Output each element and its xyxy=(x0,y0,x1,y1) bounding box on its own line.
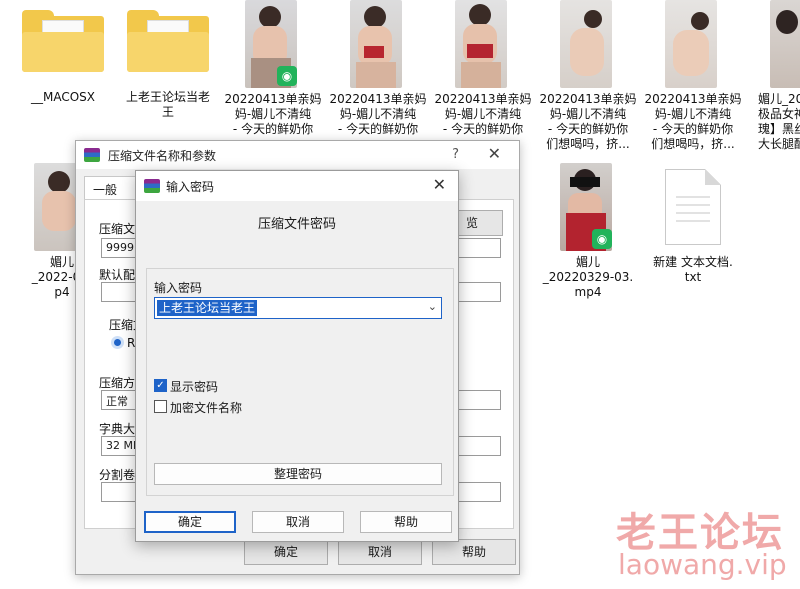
rar-radio[interactable] xyxy=(111,336,124,349)
help-icon[interactable]: ? xyxy=(452,147,459,162)
help-button[interactable]: 帮助 xyxy=(360,511,452,533)
help-button[interactable]: 帮助 xyxy=(432,539,516,565)
winrar-icon xyxy=(144,179,160,193)
file-label: 20220413单亲妈 妈-媚儿不清纯 - 今天的鲜奶你 xyxy=(224,92,322,136)
video-file-1[interactable]: ◉ 20220413单亲妈 妈-媚儿不清纯 - 今天的鲜奶你 xyxy=(223,0,323,137)
file-label: 媚儿 _20220329-03. mp4 xyxy=(542,255,634,299)
default-profile-label: 默认配 xyxy=(99,268,136,282)
wechat-icon: ◉ xyxy=(277,66,297,86)
video-file-5[interactable]: 20220413单亲妈 妈-媚儿不清纯 - 今天的鲜奶你 们想喝吗，挤... xyxy=(643,0,743,152)
close-icon[interactable]: ✕ xyxy=(433,175,446,194)
compression-method-label: 压缩方 xyxy=(99,376,136,390)
file-label: 新建 文本文档. txt xyxy=(653,255,733,284)
dialog-title: 输入密码 xyxy=(166,180,215,194)
folder-laowang[interactable]: 上老王论坛当老 王 xyxy=(118,10,218,120)
title-bar: 输入密码 ✕ xyxy=(136,171,458,201)
file-label: 20220413单亲妈 妈-媚儿不清纯 - 今天的鲜奶你 们想喝吗，挤... xyxy=(539,92,637,151)
video-file-4[interactable]: 20220413单亲妈 妈-媚儿不清纯 - 今天的鲜奶你 们想喝吗，挤... xyxy=(538,0,638,152)
password-label: 输入密码 xyxy=(154,281,203,295)
cancel-button[interactable]: 取消 xyxy=(252,511,344,533)
file-label: __MACOSX xyxy=(30,90,95,104)
winrar-icon xyxy=(84,148,100,162)
password-dialog: 输入密码 ✕ 压缩文件密码 输入密码 上老王论坛当老王 ⌄ ✓ 显示密码 加密文… xyxy=(135,170,459,542)
ok-button[interactable]: 确定 xyxy=(244,539,328,565)
file-label: 20220413单亲妈 妈-媚儿不清纯 - 今天的鲜奶你 xyxy=(329,92,427,136)
video-file-3[interactable]: 20220413单亲妈 妈-媚儿不清纯 - 今天的鲜奶你 xyxy=(433,0,533,137)
file-label: 20220413单亲妈 妈-媚儿不清纯 - 今天的鲜奶你 们想喝吗，挤... xyxy=(644,92,742,151)
chevron-down-icon[interactable]: ⌄ xyxy=(428,300,437,313)
split-volumes-label: 分割卷 xyxy=(99,468,136,482)
password-value: 上老王论坛当老王 xyxy=(157,300,258,316)
organize-passwords-button[interactable]: 整理密码 xyxy=(154,463,442,485)
video-thumbnail: ◉ xyxy=(245,0,297,88)
video-thumbnail xyxy=(560,0,612,88)
wechat-icon: ◉ xyxy=(592,229,612,249)
video-thumbnail xyxy=(455,0,507,88)
file-label: 媚儿_20 极品女神 瑰】黑丝 大长腿酷 xyxy=(758,92,800,151)
text-file[interactable]: 新建 文本文档. txt xyxy=(643,163,743,285)
video-thumbnail xyxy=(665,0,717,88)
show-password-label: 显示密码 xyxy=(170,380,219,394)
video-thumbnail xyxy=(770,0,800,88)
watermark-url: laowang.vip xyxy=(618,548,787,581)
file-label: 上老王论坛当老 王 xyxy=(125,90,210,119)
dictionary-size-label: 字典大 xyxy=(99,422,136,436)
title-bar: 压缩文件名称和参数 ? ✕ xyxy=(76,141,519,169)
ok-button[interactable]: 确定 xyxy=(144,511,236,533)
video-file-6[interactable]: 媚儿_20 极品女神 瑰】黑丝 大长腿酷 xyxy=(748,0,800,152)
video-file-2[interactable]: 20220413单亲妈 妈-媚儿不清纯 - 今天的鲜奶你 xyxy=(328,0,428,137)
cancel-button[interactable]: 取消 xyxy=(338,539,422,565)
encrypt-filenames-checkbox[interactable] xyxy=(154,400,167,413)
encrypt-filenames-label: 加密文件名称 xyxy=(170,401,243,415)
password-input[interactable]: 上老王论坛当老王 ⌄ xyxy=(154,297,442,319)
dialog-title: 压缩文件名称和参数 xyxy=(108,149,217,163)
file-label: 20220413单亲妈 妈-媚儿不清纯 - 今天的鲜奶你 xyxy=(434,92,532,136)
video-file-8[interactable]: ◉ 媚儿 _20220329-03. mp4 xyxy=(538,163,638,300)
folder-icon xyxy=(127,10,209,72)
show-password-checkbox[interactable]: ✓ xyxy=(154,379,167,392)
video-thumbnail: ◉ xyxy=(560,163,612,251)
dialog-heading: 压缩文件密码 xyxy=(257,217,336,232)
video-thumbnail xyxy=(350,0,402,88)
archive-name-label: 压缩文 xyxy=(99,222,136,236)
folder-icon xyxy=(22,10,104,72)
folder-macosx[interactable]: __MACOSX xyxy=(13,10,113,105)
close-icon[interactable]: ✕ xyxy=(488,144,501,163)
text-document-icon xyxy=(665,169,721,245)
